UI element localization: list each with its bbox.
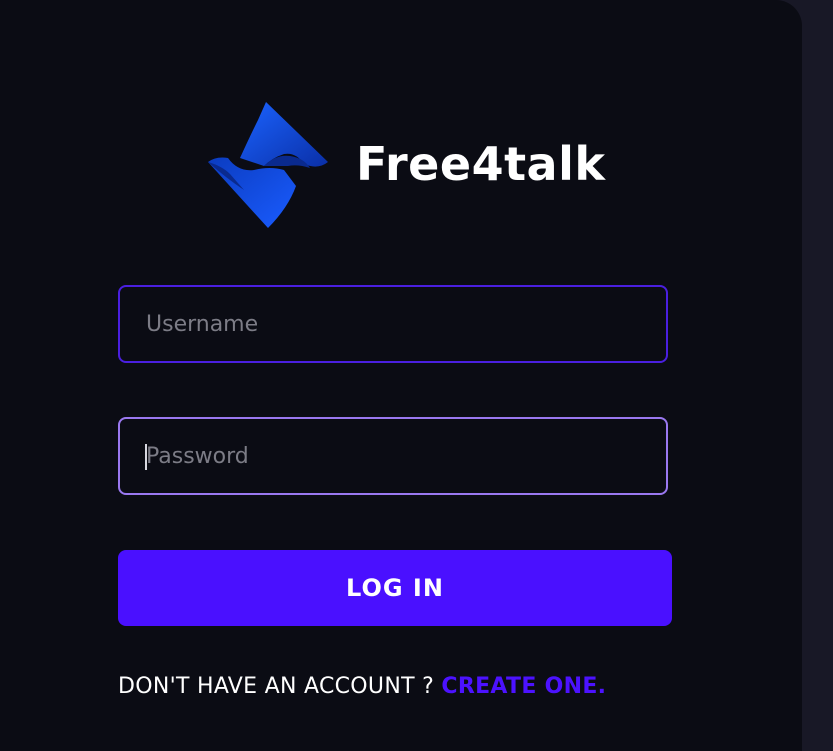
brand-header: Free4talk xyxy=(200,96,605,232)
free4talk-logo-icon xyxy=(208,102,328,228)
login-screen: Free4talk LOG IN DON'T HAVE AN ACCOUNT ?… xyxy=(0,0,833,751)
create-account-link[interactable]: CREATE ONE. xyxy=(441,674,606,699)
username-input[interactable] xyxy=(146,311,640,337)
password-input[interactable] xyxy=(146,443,640,469)
login-button[interactable]: LOG IN xyxy=(118,550,672,626)
signup-prompt: DON'T HAVE AN ACCOUNT ? CREATE ONE. xyxy=(118,674,606,699)
text-caret xyxy=(145,444,147,470)
password-field[interactable] xyxy=(118,417,668,495)
brand-name: Free4talk xyxy=(356,137,606,191)
login-panel: Free4talk LOG IN DON'T HAVE AN ACCOUNT ?… xyxy=(0,0,802,751)
signup-prompt-text: DON'T HAVE AN ACCOUNT ? xyxy=(118,674,442,699)
username-field[interactable] xyxy=(118,285,668,363)
